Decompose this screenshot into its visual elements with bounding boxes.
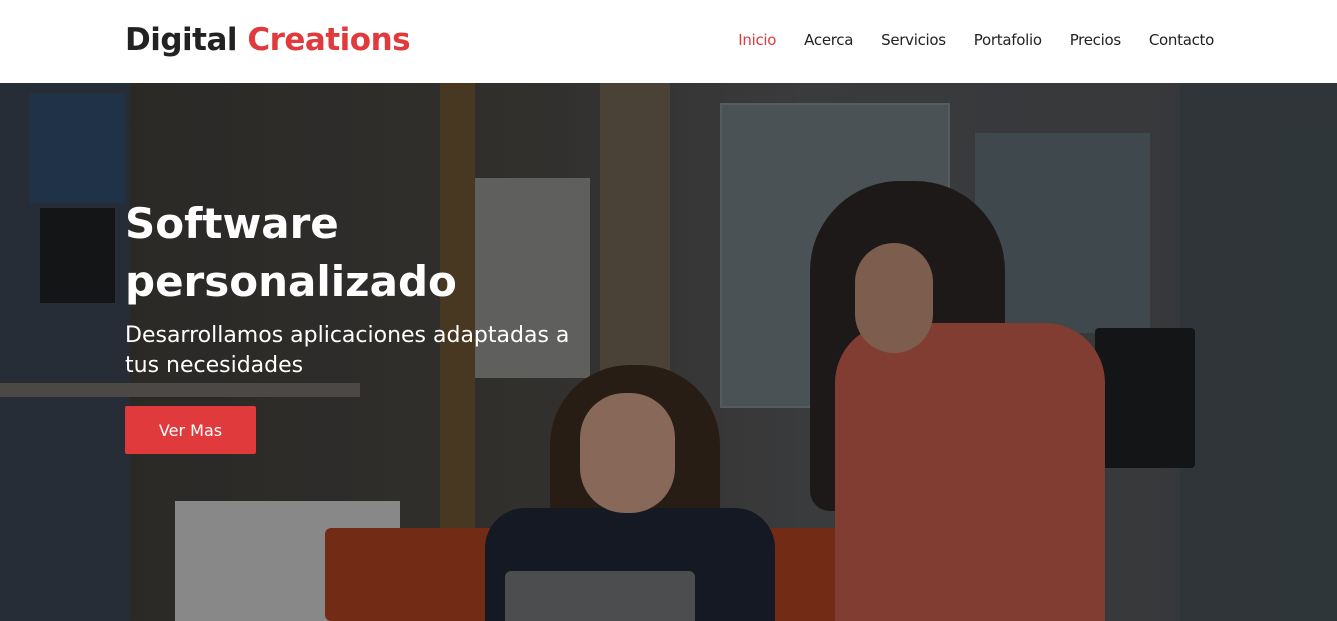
brand-logo[interactable]: Digital Creations bbox=[125, 22, 411, 58]
nav-item-portafolio[interactable]: Portafolio bbox=[974, 31, 1042, 49]
hero-content: Software personalizado Desarrollamos apl… bbox=[125, 195, 575, 381]
nav-item-contacto[interactable]: Contacto bbox=[1149, 31, 1214, 49]
hero-subtitle: Desarrollamos aplicaciones adaptadas a t… bbox=[125, 323, 570, 378]
site-header: Digital Creations Inicio Acerca Servicio… bbox=[0, 0, 1337, 83]
ver-mas-button[interactable]: Ver Mas bbox=[125, 406, 256, 454]
nav-item-servicios[interactable]: Servicios bbox=[881, 31, 946, 49]
hero-title: Software personalizado bbox=[125, 199, 457, 306]
nav-item-acerca[interactable]: Acerca bbox=[804, 31, 853, 49]
main-nav: Inicio Acerca Servicios Portafolio Preci… bbox=[738, 31, 1214, 49]
hero-section: Software personalizado Desarrollamos apl… bbox=[0, 83, 1337, 621]
nav-item-precios[interactable]: Precios bbox=[1070, 31, 1121, 49]
brand-name-part2: Creations bbox=[247, 22, 411, 58]
brand-name-part1: Digital bbox=[125, 22, 238, 58]
nav-item-inicio[interactable]: Inicio bbox=[738, 31, 776, 49]
